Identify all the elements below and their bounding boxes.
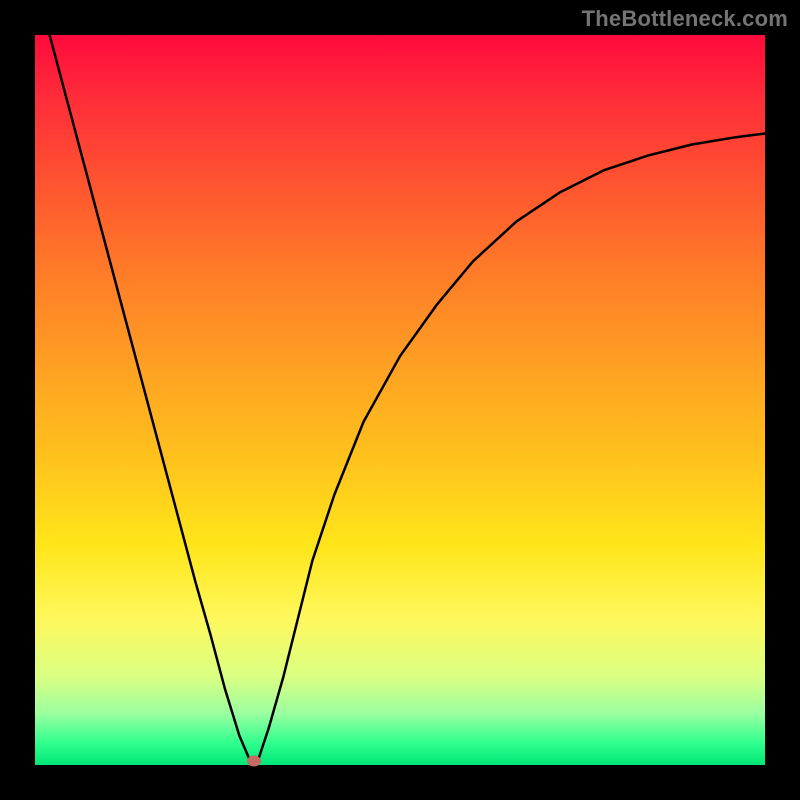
chart-frame: TheBottleneck.com	[0, 0, 800, 800]
curve-svg	[35, 35, 765, 765]
plot-area	[35, 35, 765, 765]
minimum-marker	[247, 756, 261, 767]
watermark-text: TheBottleneck.com	[582, 6, 788, 32]
bottleneck-curve	[35, 0, 765, 761]
